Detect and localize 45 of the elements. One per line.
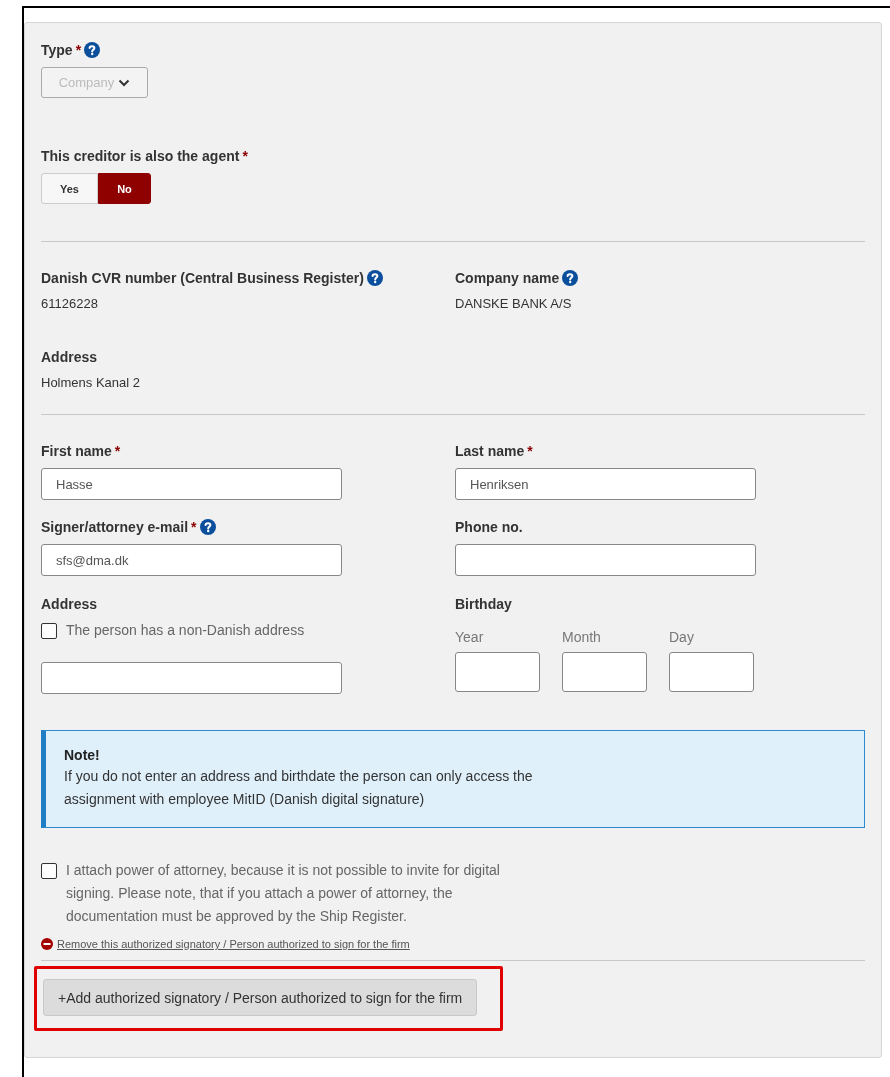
required-mark: * — [191, 519, 197, 535]
text-input[interactable]: Hasse — [41, 468, 342, 500]
remove-icon — [41, 938, 53, 950]
toggle-option[interactable]: Yes — [41, 173, 98, 204]
date-input[interactable] — [455, 652, 540, 692]
field-label: Year — [455, 629, 485, 645]
date-input[interactable] — [562, 652, 647, 692]
checkbox[interactable] — [41, 623, 57, 639]
field-label: First name — [41, 443, 112, 459]
checkbox-label: I attach power of attorney, because it is not possible to invite for digital signing. Please note, that if you attach a power of attorney, the documentation must be approved by the Ship Register. — [66, 861, 501, 926]
required-mark: * — [114, 443, 121, 459]
field-label: Birthday — [455, 596, 512, 612]
checkbox[interactable] — [41, 863, 57, 879]
field-value: 61126228 — [41, 296, 99, 311]
text-input[interactable] — [455, 544, 756, 576]
help-icon[interactable] — [562, 270, 579, 286]
note-title: Note! — [64, 747, 101, 763]
checkbox-label: The person has a non-Danish address — [66, 621, 305, 640]
chevron-icon — [118, 78, 131, 87]
required-mark: * — [242, 148, 248, 164]
address-input[interactable] — [41, 662, 342, 694]
help-icon[interactable] — [366, 270, 383, 286]
remove-link[interactable]: Remove this authorized signatory / Person authorized to sign for the firm — [57, 938, 410, 950]
field-label: Last name — [455, 443, 525, 459]
add-button[interactable]: +Add authorized signatory / Person authorized to sign for the firm — [43, 979, 478, 1016]
field-label: Type — [41, 42, 73, 58]
toggle-option[interactable]: No — [98, 173, 151, 204]
field-label: Month — [562, 629, 602, 645]
field-label: Signer/attorney e-mail — [41, 519, 189, 535]
field-label: Phone no. — [455, 519, 523, 535]
date-input[interactable] — [669, 652, 754, 692]
field-label: This creditor is also the agent — [41, 148, 240, 164]
field-label: Day — [669, 629, 695, 645]
field-value: Holmens Kanal 2 — [41, 375, 141, 390]
required-mark: * — [75, 42, 82, 58]
field-label: Address — [41, 596, 98, 612]
field-label: Company name — [455, 270, 560, 286]
field-value: DANSKE BANK A/S — [455, 296, 573, 311]
text-input[interactable]: sfs@dma.dk — [41, 544, 342, 576]
help-icon[interactable] — [199, 519, 216, 535]
required-mark: * — [527, 443, 533, 459]
text-input[interactable]: Henriksen — [455, 468, 756, 500]
note-text: If you do not enter an address and birthdate the person can only access the assignment with employee MitID (Danish digital signature) — [64, 767, 534, 809]
field-label: Address — [41, 349, 98, 365]
field-label: Danish CVR number (Central Business Register) — [41, 270, 364, 286]
